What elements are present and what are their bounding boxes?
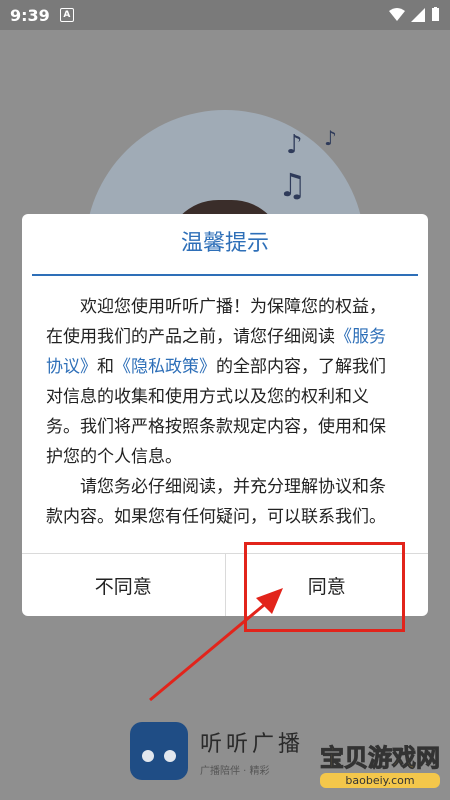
annotation-arrow	[149, 588, 283, 702]
